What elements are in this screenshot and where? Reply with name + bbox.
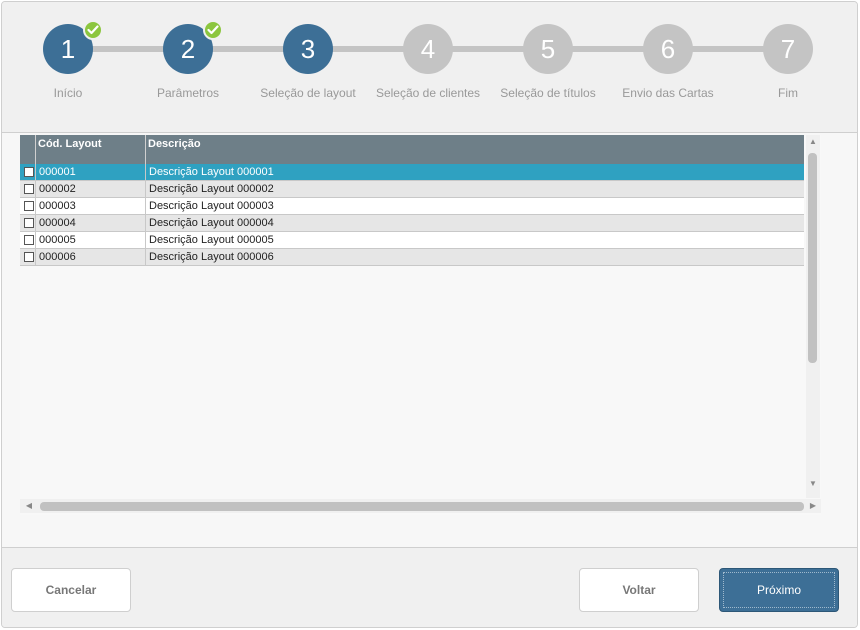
table-row[interactable]: 000004 Descrição Layout 000004 [20,215,804,232]
row-checkbox-cell [20,198,36,214]
row-checkbox[interactable] [24,201,34,211]
grid-header: Cód. Layout Descrição [20,135,804,164]
wizard-step-1: 1 Início [8,2,128,133]
table-row[interactable]: 000001 Descrição Layout 000001 [20,164,804,181]
grid-body: 000001 Descrição Layout 000001 000002 Descr… [20,164,804,266]
step-label: Seleção de layout [260,86,356,100]
table-row[interactable]: 000005 Descrição Layout 000005 [20,232,804,249]
step-label: Seleção de clientes [375,86,481,100]
cell-layout-description: Descrição Layout 000005 [149,234,274,246]
row-checkbox-cell [20,181,36,197]
cell-layout-code: 000002 [36,181,146,197]
cell-layout-description: Descrição Layout 000002 [149,183,274,195]
wizard-window: 1 Início 2 Parâmetros 3 Seleção de layout 4 Sel… [1,1,858,628]
step-label: Parâmetros [156,86,220,100]
row-checkbox[interactable] [24,235,34,245]
cell-layout-code: 000006 [36,249,146,265]
cell-layout-description: Descrição Layout 000001 [149,166,274,178]
wizard-step-2: 2 Parâmetros [128,2,248,133]
step-label: Fim [778,86,798,100]
wizard-step-4: 4 Seleção de clientes [368,2,488,133]
row-checkbox[interactable] [24,167,34,177]
cell-layout-code: 000003 [36,198,146,214]
wizard-step-7: 7 Fim [728,2,848,133]
wizard-step-3: 3 Seleção de layout [248,2,368,133]
step-number-circle: 7 [763,24,813,74]
row-checkbox-cell [20,232,36,248]
scroll-left-arrow-icon[interactable]: ◀ [22,499,36,513]
wizard-stepper: 1 Início 2 Parâmetros 3 Seleção de layout 4 Sel… [2,2,857,133]
step-number-circle: 4 [403,24,453,74]
cell-layout-code: 000001 [36,164,146,180]
back-button[interactable]: Voltar [579,568,699,612]
wizard-footer: Cancelar Voltar Próximo [2,547,857,627]
wizard-step-6: 6 Envio das Cartas [608,2,728,133]
scroll-up-arrow-icon[interactable]: ▲ [806,135,820,149]
row-checkbox[interactable] [24,184,34,194]
step-label: Envio das Cartas [622,86,714,100]
row-checkbox-cell [20,249,36,265]
table-row[interactable]: 000002 Descrição Layout 000002 [20,181,804,198]
row-checkbox-cell [20,164,36,180]
cell-layout-description: Descrição Layout 000004 [149,217,274,229]
table-row[interactable]: 000003 Descrição Layout 000003 [20,198,804,215]
scroll-right-arrow-icon[interactable]: ▶ [806,499,820,513]
wizard-step-5: 5 Seleção de títulos [488,2,608,133]
check-icon [83,20,103,40]
cell-layout-code: 000005 [36,232,146,248]
step-number-circle: 3 [283,24,333,74]
checkbox-column-header[interactable] [20,135,36,164]
cancel-button[interactable]: Cancelar [11,568,131,612]
step-number-circle: 5 [523,24,573,74]
step-number-circle: 6 [643,24,693,74]
step-label: Seleção de títulos [500,86,596,100]
row-checkbox[interactable] [24,218,34,228]
check-icon [203,20,223,40]
column-header-code[interactable]: Cód. Layout [36,135,146,164]
row-checkbox[interactable] [24,252,34,262]
step-label: Início [53,86,83,100]
scroll-down-arrow-icon[interactable]: ▼ [806,477,820,491]
vertical-scroll-thumb[interactable] [808,153,817,363]
horizontal-scroll-thumb[interactable] [40,502,804,511]
cell-layout-code: 000004 [36,215,146,231]
next-button[interactable]: Próximo [719,568,839,612]
horizontal-scrollbar[interactable]: ◀ ▶ [20,499,821,513]
row-checkbox-cell [20,215,36,231]
table-row[interactable]: 000006 Descrição Layout 000006 [20,249,804,266]
layout-grid: Cód. Layout Descrição 000001 Descrição La… [20,135,821,515]
cell-layout-description: Descrição Layout 000003 [149,200,274,212]
column-header-description[interactable]: Descrição [146,135,804,164]
cell-layout-description: Descrição Layout 000006 [149,251,274,263]
vertical-scrollbar[interactable]: ▲ ▼ [806,135,820,498]
